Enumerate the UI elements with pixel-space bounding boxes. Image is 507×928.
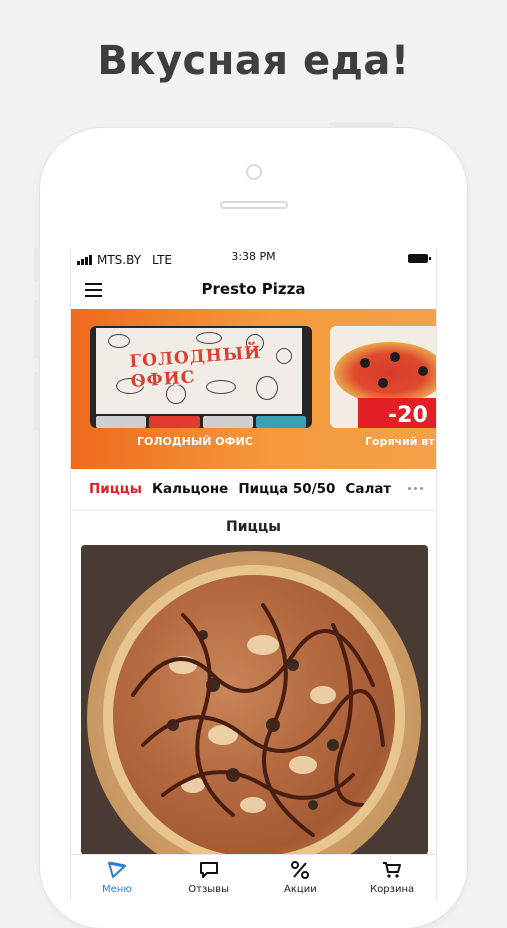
nav-item-menu[interactable]: Меню <box>71 855 163 900</box>
phone-speaker <box>220 201 288 209</box>
cart-icon <box>380 860 404 880</box>
bottom-navigation: Меню Отзывы Акции Корзина <box>71 854 436 900</box>
status-time: 3:38 PM <box>231 250 276 263</box>
tab-calzone[interactable]: Кальцоне <box>152 481 228 497</box>
nav-item-reviews[interactable]: Отзывы <box>163 855 255 900</box>
nav-item-cart[interactable]: Корзина <box>346 855 436 900</box>
phone-volume-up-button <box>34 300 40 358</box>
promo-sale-badge: -20 <box>358 398 436 428</box>
more-dots-icon[interactable] <box>408 487 423 490</box>
status-bar: MTS.BY LTE 3:38 PM <box>71 249 436 271</box>
app-title: Presto Pizza <box>201 280 306 298</box>
battery-icon <box>408 254 431 263</box>
phone-side-button <box>34 248 40 282</box>
section-title: Пиццы <box>226 519 281 535</box>
percent-icon <box>288 860 312 880</box>
tab-salads[interactable]: Салат <box>345 481 391 497</box>
nav-label: Корзина <box>370 884 415 895</box>
nav-label: Отзывы <box>188 884 229 895</box>
promo-card-caption: ГОЛОДНЫЙ ОФИС <box>137 435 253 448</box>
tab-pizzas[interactable]: Пиццы <box>89 481 142 497</box>
tab-pizza-half[interactable]: Пицца 50/50 <box>238 481 335 497</box>
promo-card-hungry-office[interactable]: ГОЛОДНЫЙ ОФИС <box>90 326 312 428</box>
chat-bubble-icon <box>197 860 221 880</box>
phone-volume-down-button <box>34 372 40 430</box>
pizza-slice-icon <box>105 860 129 880</box>
pizza-product-image[interactable] <box>81 545 428 855</box>
phone-power-button <box>330 122 394 128</box>
promo-headline: Вкусная еда! <box>97 38 410 84</box>
phone-camera <box>246 164 262 180</box>
nav-label: Меню <box>102 884 132 895</box>
promo-card-hot-tuesday[interactable]: -20 <box>330 326 436 428</box>
nav-label: Акции <box>284 884 317 895</box>
app-screen: MTS.BY LTE 3:38 PM Presto Pizza ГОЛОДНЫЙ… <box>70 249 437 900</box>
nav-item-promotions[interactable]: Акции <box>255 855 347 900</box>
promo-card-caption: Горячий вт <box>365 435 435 448</box>
app-bar: Presto Pizza <box>71 271 436 309</box>
promo-carousel[interactable]: ГОЛОДНЫЙ ОФИС ГОЛОДНЫЙ ОФИС -20 Горячий … <box>71 309 436 469</box>
category-tabs: Пиццы Кальцоне Пицца 50/50 Салат <box>71 469 436 509</box>
promo-poster-image: ГОЛОДНЫЙ ОФИС <box>96 328 302 414</box>
